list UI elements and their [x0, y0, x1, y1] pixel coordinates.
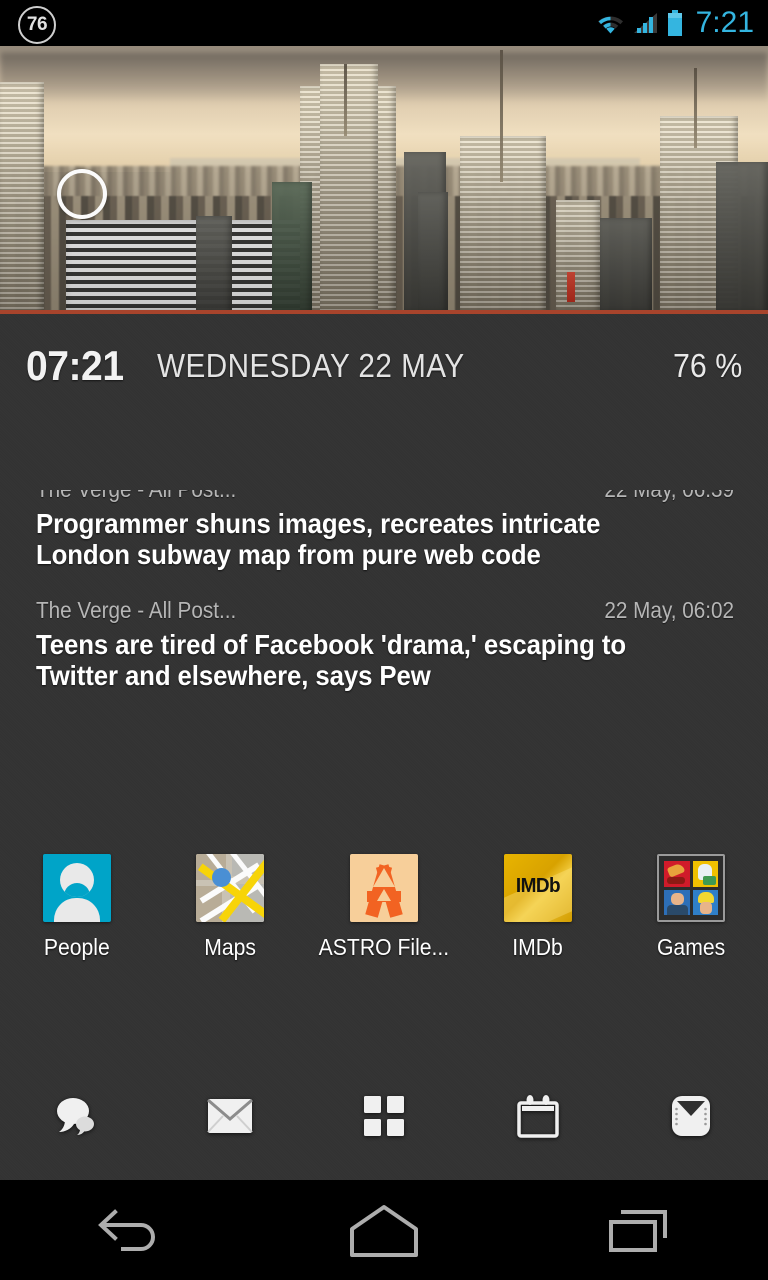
navigation-bar[interactable] [0, 1180, 768, 1280]
nav-recents[interactable] [512, 1180, 768, 1280]
people-icon-body [53, 898, 100, 922]
app-label: ASTRO File... [318, 934, 450, 960]
news-item-title[interactable]: Teens are tired of Facebook 'drama,' esc… [36, 629, 678, 692]
nav-home[interactable] [256, 1180, 512, 1280]
messaging-icon[interactable] [53, 1094, 101, 1138]
news-feed-list[interactable]: The Verge - All Post... 22 May, 06:39 Pr… [0, 490, 768, 691]
astro-star-cutout [376, 889, 391, 901]
calendar-icon[interactable] [516, 1094, 559, 1138]
circle-outline-overlay-icon [57, 169, 107, 219]
status-bar-right-cluster: 7:21 [597, 0, 754, 46]
wallpaper-photo [0, 46, 768, 312]
dock-item-email[interactable] [154, 1074, 308, 1158]
dock-bar[interactable] [0, 1074, 768, 1158]
clock-widget[interactable]: 07:21 WEDNESDAY 22 MAY 76 % [0, 330, 768, 402]
app-shortcut-games-folder[interactable]: Games [614, 854, 768, 961]
battery-icon [667, 10, 683, 36]
app-label: Games [657, 934, 726, 960]
recent-apps-icon[interactable] [607, 1202, 673, 1258]
photo-divider-line [0, 310, 768, 314]
cellular-signal-icon [633, 11, 658, 35]
email-icon[interactable] [207, 1098, 254, 1134]
app-label: People [43, 934, 110, 960]
battery-percent-badge-icon: 76 [18, 6, 56, 44]
people-icon[interactable] [42, 854, 111, 922]
news-item-time: 22 May, 06:39 [604, 490, 734, 503]
folder-preview-app [664, 861, 690, 887]
dock-item-app-drawer[interactable] [307, 1074, 461, 1158]
imdb-icon[interactable]: IMDb [503, 854, 572, 922]
clock-widget-time: 07:21 [26, 342, 124, 389]
folder-preview-app [692, 861, 719, 887]
dock-item-gmail[interactable] [614, 1074, 768, 1158]
status-bar-clock: 7:21 [695, 6, 754, 39]
status-bar[interactable]: 76 7:21 [0, 0, 768, 46]
dock-item-messaging[interactable] [0, 1074, 154, 1158]
astro-star-cutout [372, 868, 395, 887]
app-shortcut-row[interactable]: People Maps ASTRO File... IMDb IMDb Game… [0, 854, 768, 961]
nav-back[interactable] [0, 1180, 256, 1280]
android-home-screen: 76 7:21 07:21 WEDNESDAY 22 MAY 76 % Prog… [0, 0, 768, 1280]
news-list-item[interactable]: The Verge - All Post... 22 May, 06:02 Te… [0, 597, 768, 692]
news-item-source: The Verge - All Post... [36, 596, 237, 623]
astro-file-manager-icon[interactable] [349, 854, 418, 922]
news-item-time: 22 May, 06:02 [604, 596, 734, 623]
app-label: IMDb [512, 934, 563, 960]
clock-widget-date: WEDNESDAY 22 MAY [156, 347, 465, 384]
app-shortcut-maps[interactable]: Maps [154, 854, 308, 961]
app-shortcut-astro[interactable]: ASTRO File... [307, 854, 461, 961]
news-item-meta: The Verge - All Post... 22 May, 06:02 [36, 597, 734, 624]
home-icon[interactable] [347, 1203, 421, 1257]
imdb-wordmark: IMDb [515, 875, 560, 897]
wifi-icon [597, 11, 624, 35]
news-feed-widget[interactable]: The Verge - All Post... 22 May, 06:39 Pr… [0, 490, 768, 720]
maps-icon[interactable] [196, 854, 265, 922]
back-arrow-icon[interactable] [95, 1200, 161, 1260]
photo-shading [0, 46, 768, 312]
dock-item-calendar[interactable] [461, 1074, 615, 1158]
app-drawer-icon[interactable] [363, 1096, 404, 1136]
folder-preview-app [664, 889, 690, 915]
news-list-item[interactable]: The Verge - All Post... 22 May, 06:39 Pr… [0, 490, 768, 571]
news-item-source: The Verge - All Post... [36, 490, 236, 503]
folder-preview-app [692, 889, 719, 915]
app-shortcut-imdb[interactable]: IMDb IMDb [461, 854, 615, 961]
clock-widget-battery: 76 % [672, 347, 742, 384]
app-shortcut-people[interactable]: People [0, 854, 154, 961]
app-label: Maps [204, 934, 257, 960]
news-item-meta: The Verge - All Post... 22 May, 06:39 [36, 490, 734, 503]
home-screen-workspace[interactable]: 07:21 WEDNESDAY 22 MAY 76 % The Verge - … [0, 314, 768, 1180]
people-icon-head [59, 863, 94, 897]
games-folder-icon[interactable] [657, 854, 726, 922]
news-item-title[interactable]: Programmer shuns images, recreates intri… [36, 508, 678, 571]
gmail-icon[interactable] [671, 1095, 711, 1137]
